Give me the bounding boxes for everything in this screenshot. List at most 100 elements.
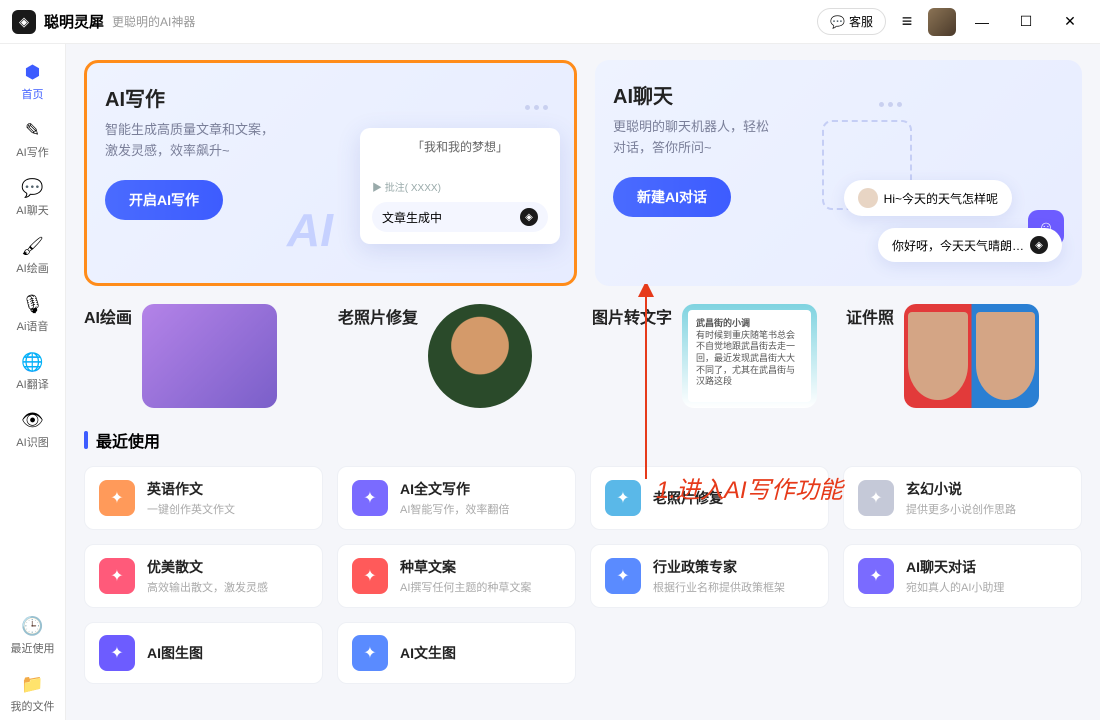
minimize-button[interactable]: — [964,8,1000,36]
avatar[interactable] [928,8,956,36]
card-title: 老照片修复 [653,488,814,508]
card-icon: ✦ [858,480,894,516]
write-mock-card: 「我和我的梦想」 ▶ 批注( XXXX) 文章生成中 ◈ [360,128,560,244]
tool-id-photo[interactable]: 证件照 [846,304,1082,408]
sidebar-item-label: AI写作 [16,144,48,160]
tool-title: 图片转文字 [592,304,672,328]
recent-card[interactable]: ✦ 玄幻小说 提供更多小说创作思路 [843,466,1082,530]
card-icon: ✦ [605,558,641,594]
sidebar-item-write[interactable]: ✎ AI写作 [5,110,61,166]
card-icon: ✦ [99,558,135,594]
recent-card[interactable]: ✦ 行业政策专家 根据行业名称提供政策框架 [590,544,829,608]
recent-heading: 最近使用 [84,428,1082,452]
new-ai-chat-button[interactable]: 新建AI对话 [613,177,731,217]
user-avatar-icon [858,188,878,208]
paint-thumb [142,304,277,408]
app-name: 聪明灵犀 [44,11,104,32]
card-icon: ✦ [352,558,388,594]
card-subtitle: 宛如真人的AI小助理 [906,579,1067,595]
accent-bar-icon [84,431,88,449]
sidebar-item-files[interactable]: 📁 我的文件 [5,664,61,720]
sidebar-item-label: AI识图 [16,434,48,450]
card-title: 优美散文 [147,557,308,577]
chat-icon: 💬 [21,176,45,200]
card-title: AI图生图 [147,643,308,663]
recent-grid: ✦ 英语作文 一键创作英文作文✦ AI全文写作 AI智能写作，效率翻倍✦ 老照片… [84,466,1082,684]
card-icon: ✦ [99,480,135,516]
window-dots-icon [525,105,548,110]
recent-card[interactable]: ✦ AI聊天对话 宛如真人的AI小助理 [843,544,1082,608]
recent-card[interactable]: ✦ 优美散文 高效输出散文，激发灵感 [84,544,323,608]
sidebar-item-ocr[interactable]: 👁 AI识图 [5,400,61,456]
pen-icon: ✎ [21,118,45,142]
sidebar-item-paint[interactable]: 🖌AI绘画 [5,226,61,282]
card-subtitle: 根据行业名称提供政策框架 [653,579,814,595]
hero-desc: 更聪明的聊天机器人，轻松对话，答你所问~ [613,117,813,159]
card-title: 英语作文 [147,479,308,499]
card-title: AI聊天对话 [906,557,1067,577]
mock-note: ▶ 批注( XXXX) [372,179,548,194]
globe-icon: 🌐 [21,350,45,374]
sidebar-item-voice[interactable]: 🎙 Ai语音 [5,284,61,340]
card-subtitle: 高效输出散文，激发灵感 [147,579,308,595]
card-icon: ✦ [352,635,388,671]
mock-title: 「我和我的梦想」 [372,138,548,155]
card-subtitle: 一键创作英文作文 [147,501,308,517]
menu-button[interactable]: ≡ [894,9,920,35]
card-title: 玄幻小说 [906,479,1067,499]
chat-bubble-user: Hi~今天的天气怎样呢 [844,180,1012,216]
mic-icon: 🎙 [21,292,45,316]
recent-card[interactable]: ✦ AI全文写作 AI智能写作，效率翻倍 [337,466,576,530]
photo-thumb [428,304,532,408]
card-icon: ✦ [352,480,388,516]
hero-ai-write[interactable]: AI写作 智能生成高质量文章和文案，激发灵感，效率飙升~ 开启AI写作 AI 「… [84,60,577,286]
recent-card[interactable]: ✦ 英语作文 一键创作英文作文 [84,466,323,530]
support-button[interactable]: 💬 客服 [817,8,886,35]
recent-card[interactable]: ✦ 老照片修复 [590,466,829,530]
card-icon: ✦ [99,635,135,671]
bg-ai-text: AI [287,203,333,257]
sidebar-item-translate[interactable]: 🌐 AI翻译 [5,342,61,398]
eye-icon: 👁 [21,408,45,432]
sidebar-item-label: 我的文件 [11,698,55,714]
recent-card[interactable]: ✦ AI文生图 [337,622,576,684]
sidebar-item-label: 最近使用 [11,640,55,656]
tool-ai-paint[interactable]: AI绘画 [84,304,320,408]
window-dots-icon [879,102,902,107]
maximize-button[interactable]: ☐ [1008,8,1044,36]
hero-ai-chat[interactable]: AI聊天 更聪明的聊天机器人，轻松对话，答你所问~ 新建AI对话 ☺ Hi~今天… [595,60,1082,286]
folder-icon: 📁 [21,672,45,696]
card-icon: ✦ [858,558,894,594]
recent-card[interactable]: ✦ 种草文案 AI撰写任何主题的种草文案 [337,544,576,608]
tool-ocr[interactable]: 图片转文字 武昌街的小调有时候到重庆随笔书总会不自觉地跟武昌街去走一回，最近发现… [592,304,828,408]
card-title: 种草文案 [400,557,561,577]
app-logo-icon: ◈ [12,10,36,34]
home-icon: ⬢ [21,60,45,84]
ocr-preview-text: 武昌街的小调有时候到重庆随笔书总会不自觉地跟武昌街去走一回，最近发现武昌街大大不… [692,314,807,398]
card-title: 行业政策专家 [653,557,814,577]
titlebar: ◈ 聪明灵犀 更聪明的AI神器 💬 客服 ≡ — ☐ ✕ [0,0,1100,44]
close-button[interactable]: ✕ [1052,8,1088,36]
sidebar-item-home[interactable]: ⬢首页 [5,52,61,108]
tools-row: AI绘画 老照片修复 图片转文字 武昌街的小调有时候到重庆随笔书总会不自觉地跟武… [84,304,1082,408]
sidebar-item-label: AI翻译 [16,376,48,392]
app-tagline: 更聪明的AI神器 [112,13,195,30]
sidebar-item-label: Ai语音 [17,318,49,334]
tool-title: AI绘画 [84,304,132,328]
app-mini-icon: ◈ [520,208,538,226]
chat-icon: 💬 [830,15,845,29]
hero-title: AI写作 [105,83,556,112]
card-icon: ✦ [605,480,641,516]
card-subtitle: 提供更多小说创作思路 [906,501,1067,517]
card-title: AI全文写作 [400,479,561,499]
generating-pill: 文章生成中 ◈ [372,202,548,232]
card-title: AI文生图 [400,643,561,663]
tool-title: 证件照 [846,304,894,328]
main-content: AI写作 智能生成高质量文章和文案，激发灵感，效率飙升~ 开启AI写作 AI 「… [66,44,1100,720]
hero-title: AI聊天 [613,80,1064,109]
start-ai-write-button[interactable]: 开启AI写作 [105,180,223,220]
tool-photo-restore[interactable]: 老照片修复 [338,304,574,408]
sidebar-item-recent[interactable]: 🕒最近使用 [5,606,61,662]
recent-card[interactable]: ✦ AI图生图 [84,622,323,684]
sidebar-item-chat[interactable]: 💬AI聊天 [5,168,61,224]
